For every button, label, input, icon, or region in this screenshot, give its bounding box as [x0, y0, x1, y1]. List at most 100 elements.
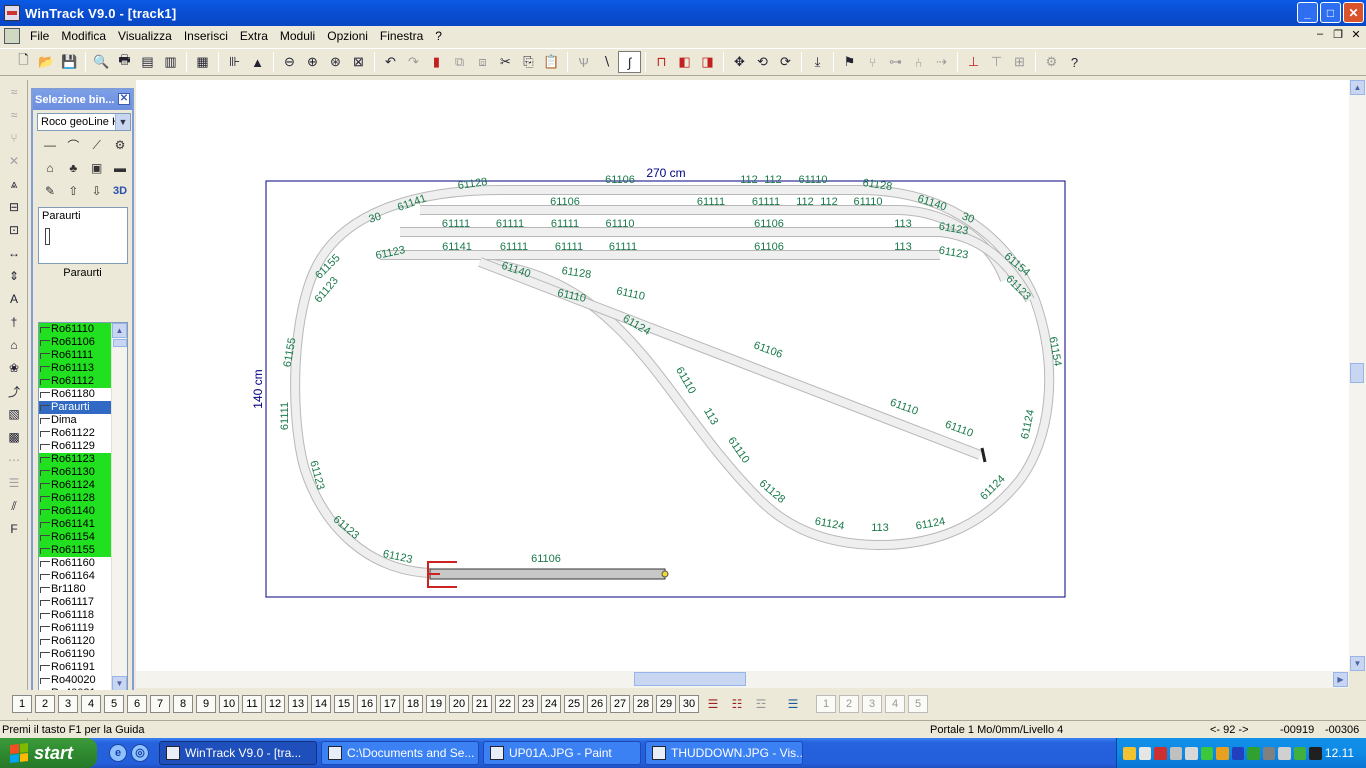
flex-track-2-icon[interactable]: ≈: [2, 104, 26, 126]
terrain-icon[interactable]: ▧: [2, 403, 26, 425]
distribute-icon[interactable]: ⊞: [1008, 51, 1031, 73]
page-tab[interactable]: 24: [541, 695, 561, 713]
page-tab[interactable]: 2: [35, 695, 55, 713]
document-icon[interactable]: [4, 28, 20, 44]
track-plan[interactable]: 270 cm140 cm61128 61106 112 112 61110 6112861…: [136, 80, 1349, 671]
vertical-scrollbar[interactable]: ▲ ▼: [1349, 80, 1366, 671]
scroll-up-icon[interactable]: ▲: [112, 323, 127, 338]
menu-visualizza[interactable]: Visualizza: [112, 27, 178, 45]
height-icon[interactable]: ⇕: [2, 265, 26, 287]
landscape-icon[interactable]: ▲: [246, 51, 269, 73]
list-item[interactable]: Ro61113: [39, 362, 112, 375]
tray-phone-icon[interactable]: [1185, 746, 1198, 760]
list-item[interactable]: Ro61160: [39, 557, 112, 570]
scroll-right-icon[interactable]: ▶: [1333, 672, 1348, 687]
font-icon[interactable]: F: [2, 518, 26, 540]
list-item[interactable]: Ro61164: [39, 570, 112, 583]
maximize-button[interactable]: □: [1320, 2, 1341, 23]
page-tab[interactable]: 25: [564, 695, 584, 713]
taskbar-button[interactable]: WinTrack V9.0 - [tra...: [159, 741, 317, 765]
layer-tab[interactable]: 3: [862, 695, 882, 713]
tray-network-icon[interactable]: [1123, 746, 1136, 760]
page-tab[interactable]: 15: [334, 695, 354, 713]
page-tab[interactable]: 10: [219, 695, 239, 713]
road-icon[interactable]: ⤴: [2, 380, 26, 402]
mdi-close-icon[interactable]: ✕: [1350, 28, 1362, 41]
page-tab[interactable]: 12: [265, 695, 285, 713]
list-item[interactable]: Ro61106: [39, 336, 112, 349]
align-icon[interactable]: ⊤: [985, 51, 1008, 73]
print-setup-icon[interactable]: ▤: [136, 51, 159, 73]
page-tab[interactable]: 7: [150, 695, 170, 713]
straight-track-icon[interactable]: —: [41, 136, 59, 154]
list-item[interactable]: Dima: [39, 414, 112, 427]
zoom-window-icon[interactable]: ⊛: [324, 51, 347, 73]
zoom-in-icon[interactable]: ⊕: [301, 51, 324, 73]
layer-stack-icon[interactable]: ☰: [782, 695, 804, 713]
new-file-icon[interactable]: 🗋: [12, 51, 35, 73]
list-item[interactable]: Paraurti: [39, 401, 112, 414]
layer-tab[interactable]: 1: [816, 695, 836, 713]
list-item[interactable]: Ro61154: [39, 531, 112, 544]
taskbar-button[interactable]: THUDDOWN.JPG - Vis...: [645, 741, 803, 765]
3d-view-button[interactable]: 3D: [111, 182, 129, 200]
dimension-icon[interactable]: ↔: [2, 242, 26, 264]
chevron-down-icon[interactable]: ▼: [115, 114, 130, 130]
split-icon[interactable]: ⑂: [861, 51, 884, 73]
internet-explorer-icon[interactable]: e: [109, 744, 127, 762]
list-item[interactable]: Ro61123: [39, 453, 112, 466]
menu-extra[interactable]: Extra: [234, 27, 274, 45]
tray-device-icon[interactable]: [1169, 746, 1183, 760]
redo-icon[interactable]: ↷: [402, 51, 425, 73]
rotate-icon[interactable]: ⟲: [751, 51, 774, 73]
page-tab[interactable]: 27: [610, 695, 630, 713]
wiring-icon[interactable]: ⋯: [2, 449, 26, 471]
page-tab[interactable]: 29: [656, 695, 676, 713]
scroll-up-icon[interactable]: ▲: [1350, 80, 1365, 95]
library-icon[interactable]: ▦: [191, 51, 214, 73]
list-item[interactable]: Ro61122: [39, 427, 112, 440]
page-tab[interactable]: 20: [449, 695, 469, 713]
platform-icon[interactable]: ⊡: [2, 219, 26, 241]
list-item[interactable]: Ro61180: [39, 388, 112, 401]
connect-icon[interactable]: ⊓: [650, 51, 673, 73]
page-tab[interactable]: 11: [242, 695, 262, 713]
branch-icon[interactable]: ⑃: [907, 51, 930, 73]
browser-icon[interactable]: ◎: [131, 744, 149, 762]
parts-list-icon[interactable]: ▥: [159, 51, 182, 73]
collision-icon[interactable]: ◨: [696, 51, 719, 73]
menu-opzioni[interactable]: Opzioni: [321, 27, 374, 45]
minimize-button[interactable]: _: [1297, 2, 1318, 23]
overlap-check-icon[interactable]: ◧: [673, 51, 696, 73]
panel-close-button[interactable]: ✕: [118, 93, 130, 105]
turnout-icon[interactable]: ⑂: [2, 127, 26, 149]
rotate-180-icon[interactable]: ⟳: [774, 51, 797, 73]
wintrack-app-icon[interactable]: [4, 5, 20, 21]
page-tab[interactable]: 3: [58, 695, 78, 713]
turnout-track-icon[interactable]: ⟋: [88, 136, 106, 154]
list-item[interactable]: Ro61111: [39, 349, 112, 362]
extend-icon[interactable]: ⇢: [930, 51, 953, 73]
tray-volume-icon[interactable]: [1138, 746, 1152, 760]
page-tab[interactable]: 23: [518, 695, 538, 713]
turntable-icon[interactable]: ⚙: [111, 136, 129, 154]
page-tab[interactable]: 16: [357, 695, 377, 713]
vertical-scroll-thumb[interactable]: [1350, 363, 1364, 383]
page-tab[interactable]: 30: [679, 695, 699, 713]
signal-post-icon[interactable]: †: [2, 311, 26, 333]
structure-icon[interactable]: ▣: [88, 159, 106, 177]
page-tab[interactable]: 18: [403, 695, 423, 713]
curve-track-icon[interactable]: ⌒: [64, 136, 82, 154]
list-item[interactable]: Ro61130: [39, 466, 112, 479]
crossing-icon[interactable]: ✕: [2, 150, 26, 172]
page-tab[interactable]: 14: [311, 695, 331, 713]
tray-usb-icon[interactable]: [1278, 746, 1291, 760]
down-level-icon[interactable]: ⇩: [88, 182, 106, 200]
save-icon[interactable]: 💾: [58, 51, 81, 73]
list-item[interactable]: Ro61129: [39, 440, 112, 453]
layer-delete-icon[interactable]: ☷: [726, 695, 748, 713]
join-icon[interactable]: ⊶: [884, 51, 907, 73]
insert-point-icon[interactable]: ⤓: [806, 51, 829, 73]
track-system-dropdown[interactable]: Roco geoLine H ▼: [37, 113, 131, 131]
signal-icon[interactable]: ⚑: [838, 51, 861, 73]
